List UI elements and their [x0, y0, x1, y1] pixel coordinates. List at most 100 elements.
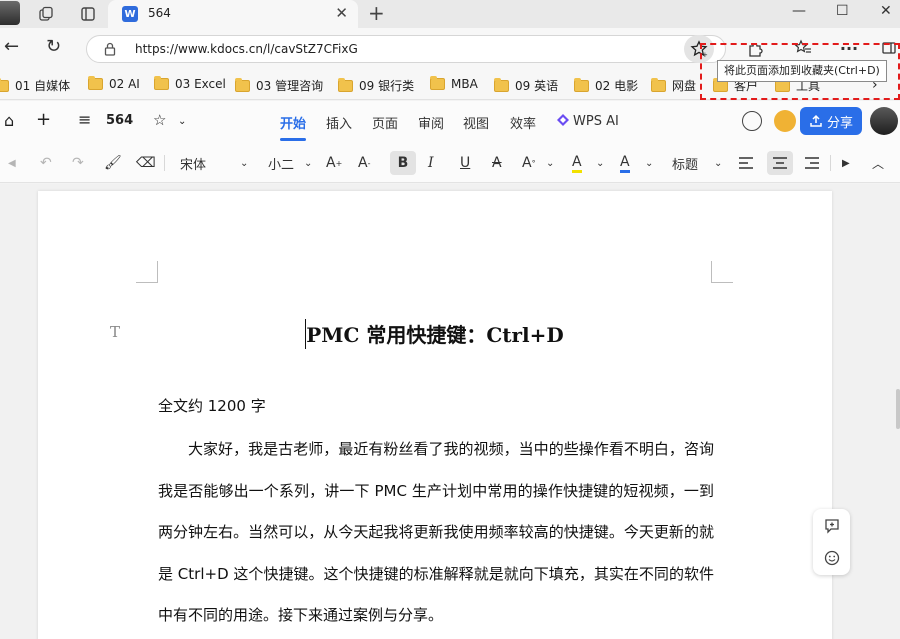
divider [830, 155, 831, 171]
chevron-down-icon[interactable]: ⌄ [645, 153, 653, 173]
format-toolbar: ◀ ↶ ↷ 🖌 ⌫ 宋体 ⌄ 小二 ⌄ A + A- B I U A A ° ⌄ A… [0, 143, 900, 183]
collapse-toolbar-icon[interactable]: ︿ [872, 153, 884, 173]
folder-icon [430, 76, 445, 90]
tab-title: 564 [148, 6, 171, 20]
chevron-down-icon[interactable]: ⌄ [596, 153, 604, 173]
strikethrough-button[interactable]: A [492, 153, 502, 173]
close-tab-icon[interactable]: ✕ [335, 4, 348, 22]
vertical-scrollbar[interactable] [896, 389, 900, 429]
url-field[interactable]: https://www.kdocs.cn/l/cavStZ7CFixG [86, 35, 726, 63]
folder-icon [154, 76, 169, 90]
scroll-right-icon[interactable]: ▶ [842, 153, 850, 173]
folder-icon [494, 77, 509, 92]
browser-tab-strip: W 564 ✕ + — ☐ ✕ [0, 0, 900, 28]
document-canvas: T PMC 常用快捷键：Ctrl+D 全文约 1200 字 大家好，我是古老师，… [0, 184, 900, 639]
word-count-text[interactable]: 全文约 1200 字 [158, 395, 266, 416]
wps-header: ⌂ + ≡ 564 ☆ ⌄ 开始 插入 页面 审阅 视图 效率 WPS AI 分… [0, 101, 900, 143]
bookmark-folder[interactable]: 网盘 [651, 77, 696, 94]
wps-ai-icon [557, 114, 569, 126]
align-left-icon[interactable] [738, 153, 754, 173]
user-avatar[interactable] [774, 110, 796, 132]
wps-favicon-icon: W [122, 6, 138, 22]
margin-marker [711, 261, 733, 283]
document-page[interactable]: T PMC 常用快捷键：Ctrl+D 全文约 1200 字 大家好，我是古老师，… [38, 191, 832, 639]
undo-icon[interactable]: ↶ [40, 153, 52, 173]
home-icon[interactable]: ⌂ [4, 111, 14, 130]
favorite-tooltip: 将此页面添加到收藏夹(Ctrl+D) [717, 60, 887, 82]
scroll-left-icon[interactable]: ◀ [8, 153, 16, 173]
refresh-icon[interactable]: ↻ [46, 36, 61, 57]
folder-icon [338, 77, 353, 92]
document-title[interactable]: PMC 常用快捷键：Ctrl+D [38, 319, 832, 348]
grow-font-icon[interactable]: A + [326, 153, 342, 173]
emoji-icon[interactable] [823, 549, 840, 566]
browser-tab-active[interactable]: W 564 ✕ [108, 0, 358, 28]
share-button[interactable]: 分享 [800, 107, 862, 135]
tab-actions-icon[interactable] [78, 4, 98, 24]
tab-insert[interactable]: 插入 [326, 113, 352, 132]
text-effects-icon[interactable]: A ° [522, 153, 536, 173]
shrink-font-icon[interactable]: A- [358, 153, 370, 173]
tab-review[interactable]: 审阅 [418, 113, 444, 132]
font-size-select[interactable]: 小二 [268, 153, 294, 173]
bookmark-folder[interactable]: 01 自媒体 [0, 77, 70, 94]
highlight-color-icon[interactable]: A [572, 153, 582, 173]
font-color-icon[interactable]: A [620, 153, 630, 173]
folder-icon [88, 76, 103, 90]
bookmark-folder[interactable]: 03 管理咨询 [235, 77, 323, 94]
underline-button[interactable]: U [460, 153, 470, 173]
folder-icon [651, 77, 666, 92]
profile-avatar[interactable] [0, 1, 20, 25]
folder-icon [574, 77, 589, 92]
align-right-icon[interactable] [804, 153, 820, 173]
share-icon [810, 114, 822, 127]
bold-button[interactable]: B [390, 151, 416, 175]
chevron-down-icon[interactable]: ⌄ [304, 153, 312, 173]
folder-icon [0, 77, 9, 92]
bookmark-folder[interactable]: MBA [430, 76, 478, 91]
new-tab-button[interactable]: + [368, 1, 385, 25]
chevron-down-icon[interactable]: ⌄ [240, 153, 248, 173]
chevron-down-icon[interactable]: ⌄ [178, 116, 186, 127]
menu-icon[interactable]: ≡ [78, 110, 91, 129]
text-cursor [305, 319, 306, 349]
font-family-select[interactable]: 宋体 [180, 153, 206, 173]
minimize-icon[interactable]: — [792, 3, 806, 19]
maximize-icon[interactable]: ☐ [836, 3, 849, 19]
tab-page[interactable]: 页面 [372, 113, 398, 132]
margin-marker [136, 261, 158, 283]
clear-format-icon[interactable]: ⌫ [136, 153, 156, 173]
chevron-down-icon[interactable]: ⌄ [546, 153, 554, 173]
bookmark-folder[interactable]: 02 AI [88, 76, 140, 91]
folder-icon [235, 77, 250, 92]
floating-action-panel [813, 509, 850, 575]
close-window-icon[interactable]: ✕ [880, 3, 892, 19]
url-text: https://www.kdocs.cn/l/cavStZ7CFixG [135, 42, 358, 56]
add-comment-icon[interactable] [823, 517, 840, 534]
document-paragraph[interactable]: 大家好，我是古老师，最近有粉丝看了我的视频，当中的些操作看不明白，咨询我是否能够… [158, 429, 714, 637]
redo-icon[interactable]: ↷ [72, 153, 84, 173]
bookmark-folder[interactable]: 09 英语 [494, 77, 558, 94]
workspaces-icon[interactable] [36, 4, 56, 24]
divider [164, 155, 165, 171]
active-tab-indicator [280, 138, 306, 141]
cloud-sync-icon[interactable] [742, 111, 762, 131]
account-avatar[interactable] [870, 107, 898, 135]
bookmark-folder[interactable]: 03 Excel [154, 76, 226, 91]
document-name[interactable]: 564 [106, 113, 133, 128]
tab-start[interactable]: 开始 [280, 113, 306, 132]
back-icon[interactable]: ← [4, 36, 19, 57]
paragraph-style-select[interactable]: 标题 [672, 153, 698, 173]
align-center-icon[interactable] [767, 151, 793, 175]
format-painter-icon[interactable]: 🖌 [104, 153, 122, 173]
bookmark-folder[interactable]: 09 银行类 [338, 77, 414, 94]
tab-wps-ai[interactable]: WPS AI [556, 113, 619, 129]
star-document-icon[interactable]: ☆ [153, 111, 166, 129]
italic-button[interactable]: I [428, 153, 434, 173]
tab-efficiency[interactable]: 效率 [510, 113, 536, 132]
tab-view[interactable]: 视图 [463, 113, 489, 132]
bookmark-folder[interactable]: 02 电影 [574, 77, 638, 94]
new-document-icon[interactable]: + [36, 109, 51, 130]
chevron-down-icon[interactable]: ⌄ [714, 153, 722, 173]
lock-icon[interactable] [103, 42, 117, 56]
